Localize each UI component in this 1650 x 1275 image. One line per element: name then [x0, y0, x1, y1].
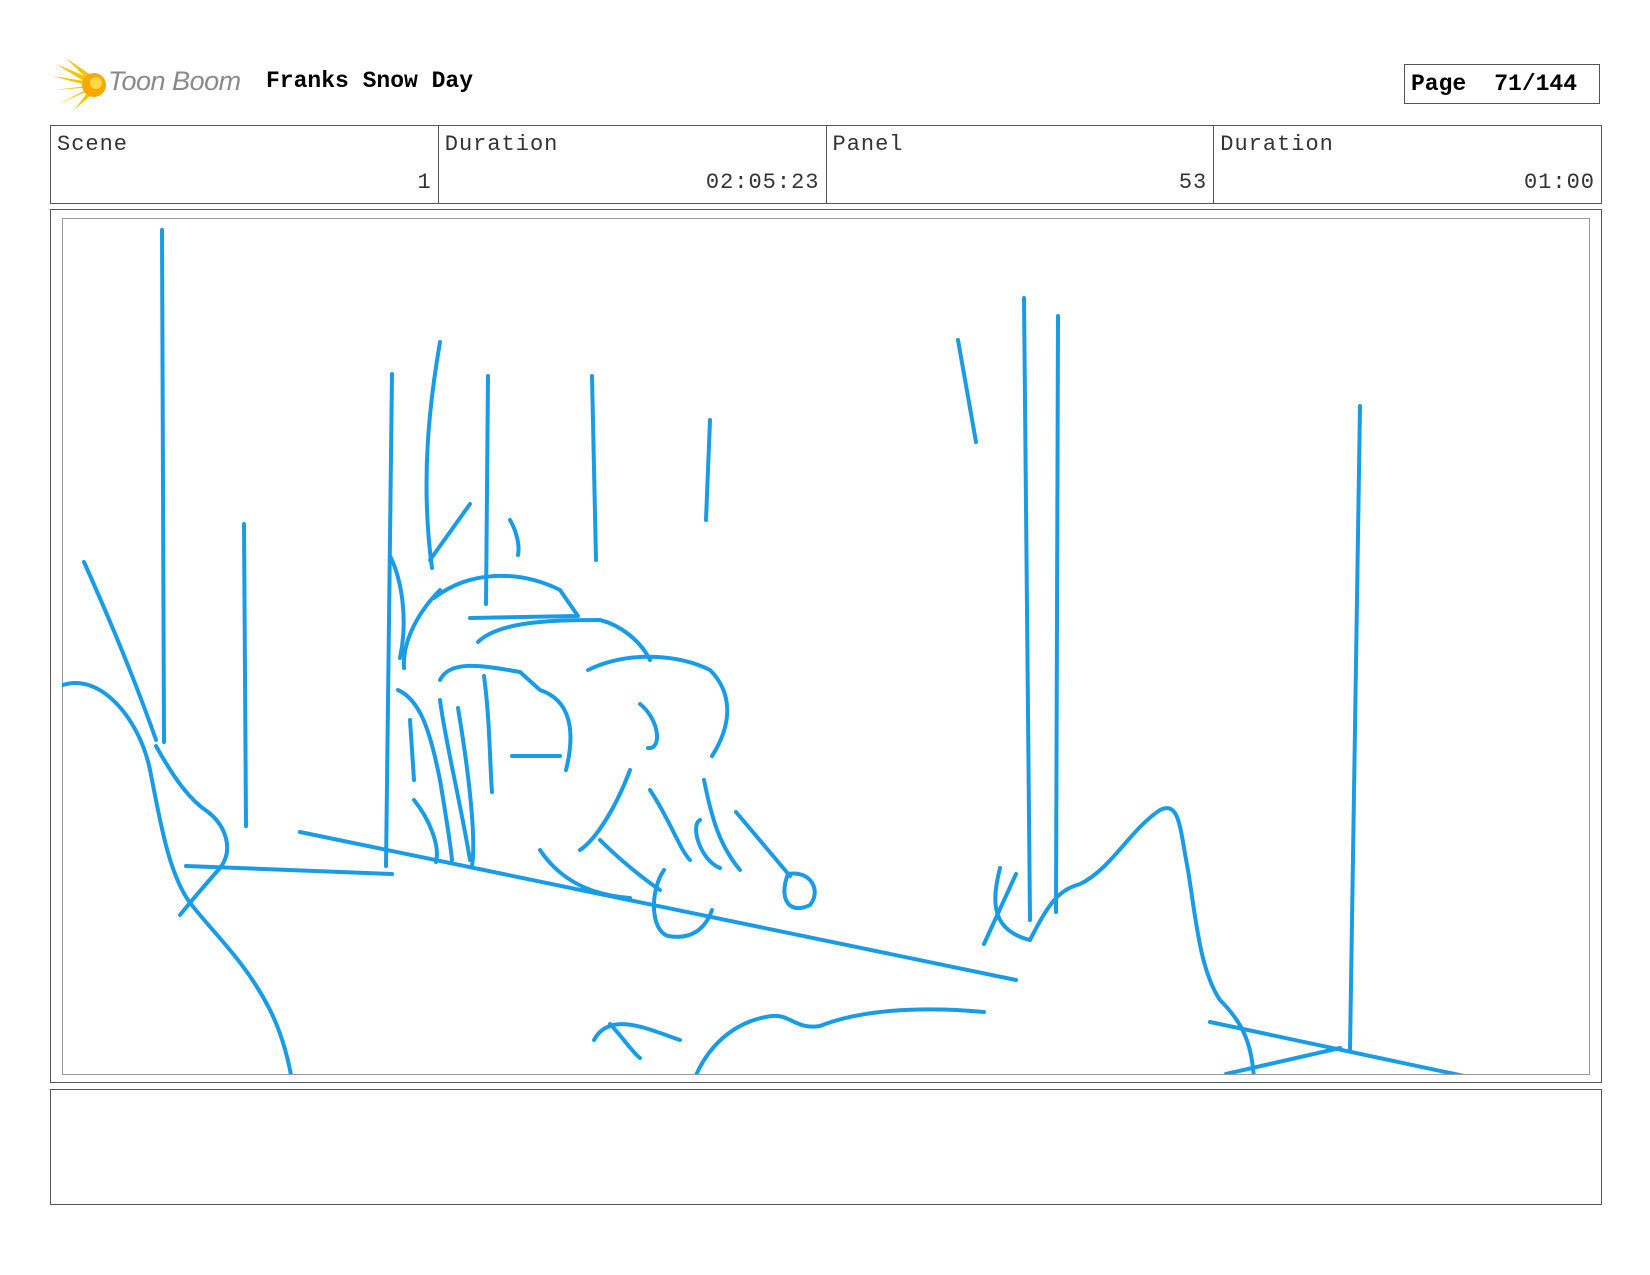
panel-value: 53	[1178, 170, 1208, 195]
page-number: 71/144	[1494, 71, 1578, 97]
scene-duration-label: Duration	[444, 132, 559, 157]
panel-info-row: Scene 1 Duration 02:05:23 Panel 53 Durat…	[50, 125, 1602, 204]
scene-cell: Scene 1	[51, 126, 439, 203]
panel-duration-label: Duration	[1220, 132, 1334, 157]
toon-boom-logo: Toon Boom	[52, 58, 252, 112]
toon-boom-star-icon	[52, 58, 106, 110]
page-label: Page	[1411, 71, 1467, 97]
notes-box	[50, 1089, 1602, 1205]
panel-label: Panel	[832, 132, 904, 157]
panel-duration-cell: Duration 01:00	[1214, 126, 1601, 203]
scene-value: 1	[417, 170, 432, 195]
scene-duration-value: 02:05:23	[705, 170, 820, 195]
panel-duration-value: 01:00	[1523, 170, 1595, 195]
panel-safe-area	[62, 218, 1590, 1075]
storyboard-panel	[50, 209, 1602, 1083]
scene-duration-cell: Duration 02:05:23	[439, 126, 827, 203]
page-indicator: Page 71/144	[1404, 64, 1600, 104]
panel-cell: Panel 53	[827, 126, 1215, 203]
project-title: Franks Snow Day	[266, 68, 474, 94]
scene-label: Scene	[57, 132, 129, 157]
logo-text: Toon Boom	[108, 66, 241, 96]
